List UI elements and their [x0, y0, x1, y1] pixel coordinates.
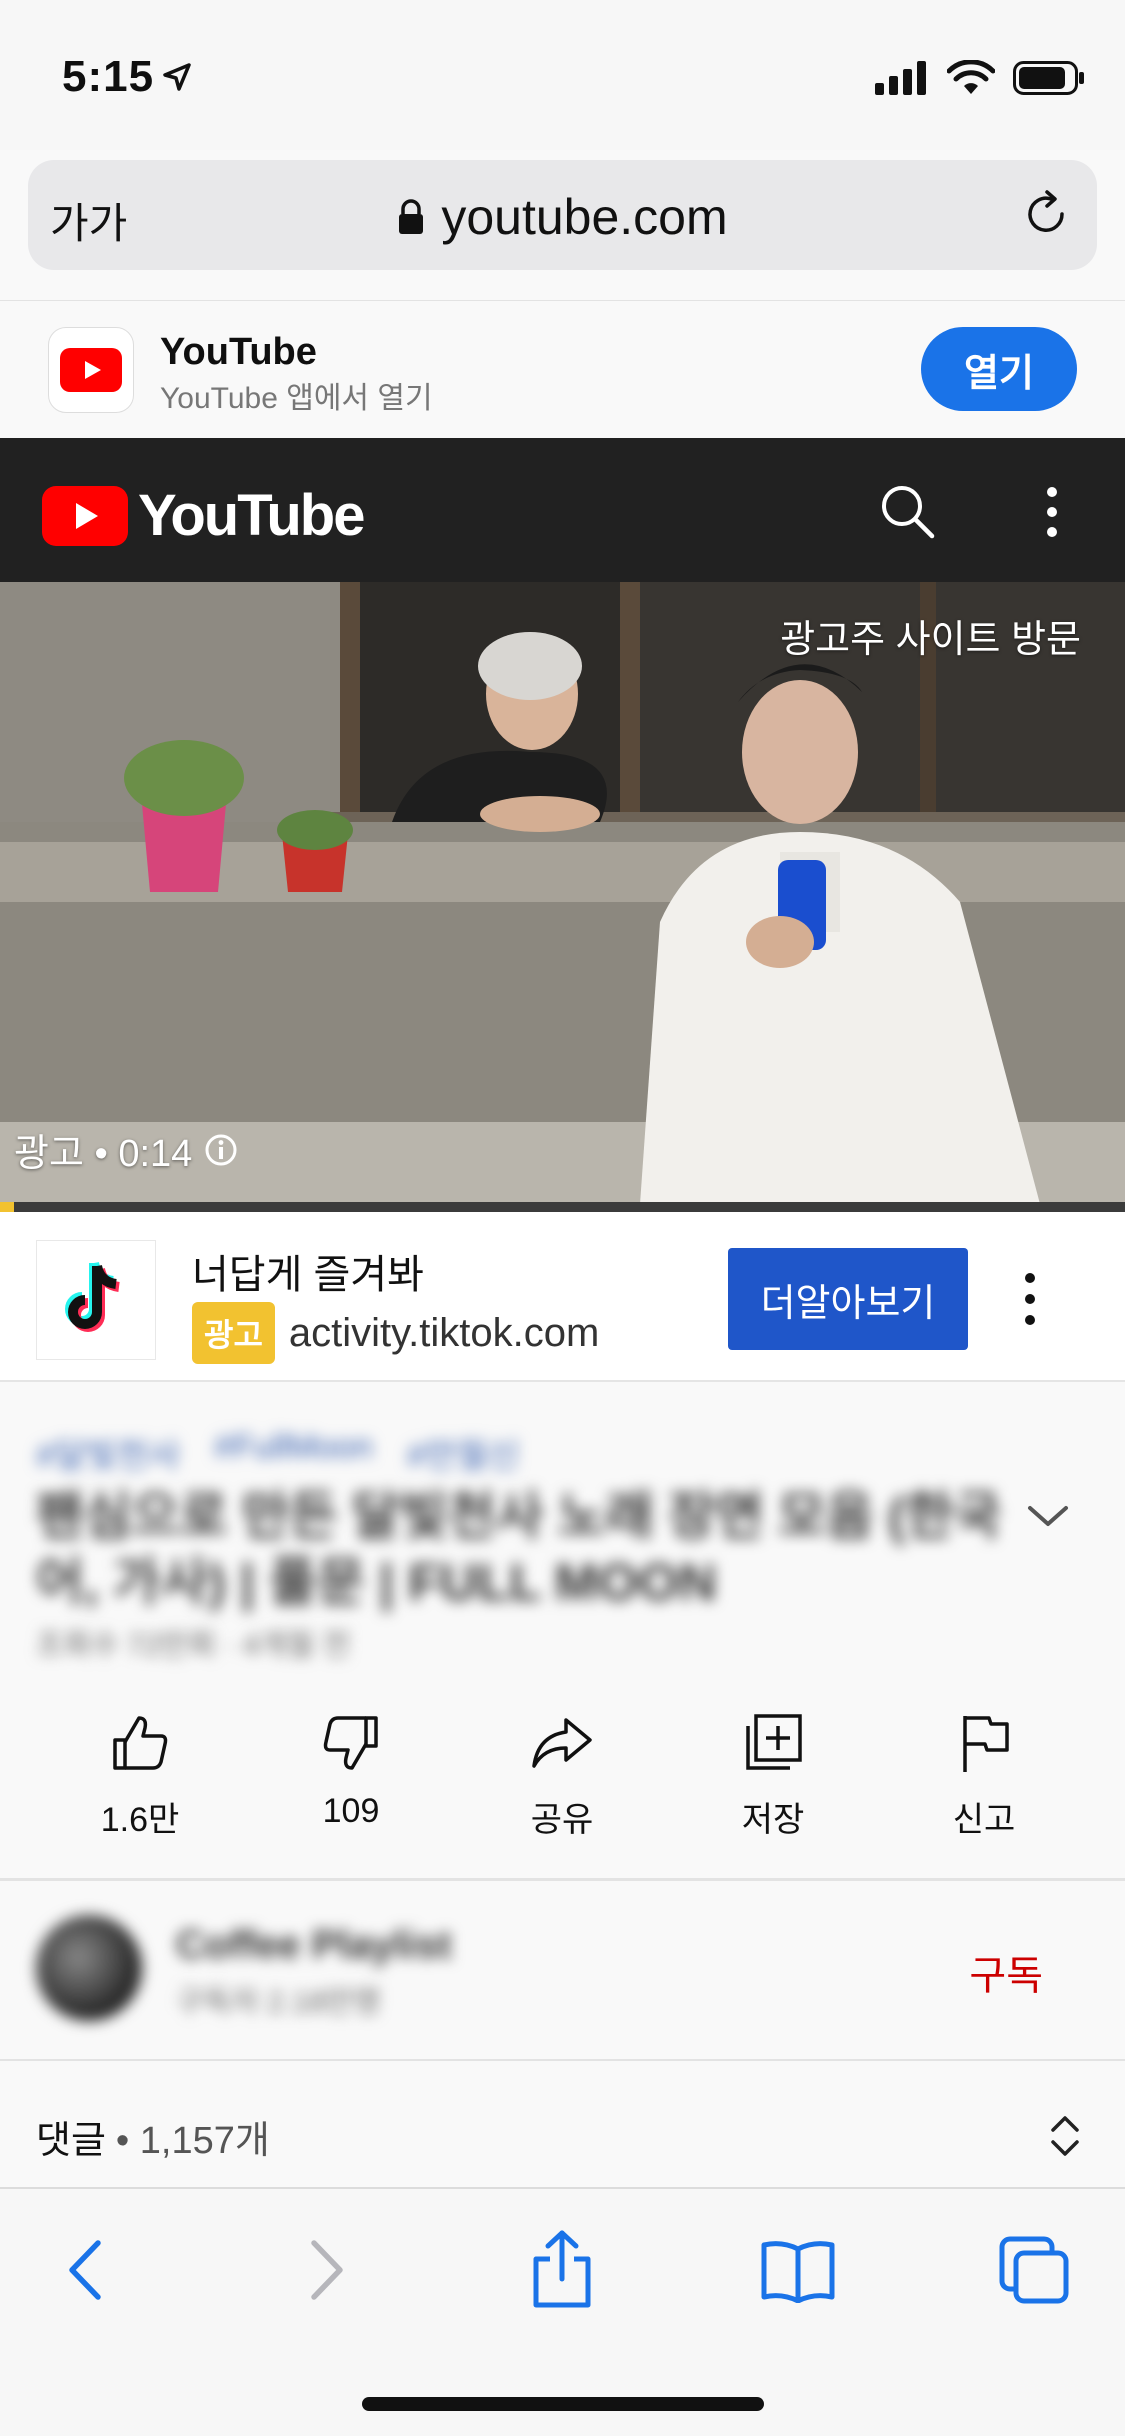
- comments-label: 댓글: [36, 2120, 106, 2162]
- ad-progress-bar: [0, 1202, 1125, 1212]
- comments-count: • 1,157개: [115, 2120, 270, 2162]
- app-name: YouTube: [160, 331, 317, 373]
- share-button[interactable]: 공유: [472, 1712, 652, 1841]
- save-button[interactable]: 저장: [683, 1712, 863, 1841]
- hashtags: #달빛천사 #FullMoon #만월신: [36, 1428, 520, 1477]
- thumbs-up-icon: [113, 1716, 168, 1770]
- ad-domain[interactable]: activity.tiktok.com: [289, 1311, 599, 1356]
- search-icon[interactable]: [878, 482, 938, 542]
- report-label: 신고: [952, 1801, 1016, 1839]
- save-icon: [746, 1714, 802, 1770]
- like-count: 1.6만: [100, 1801, 180, 1839]
- status-time: 5:15: [62, 52, 192, 102]
- app-subtitle: YouTube 앱에서 열기: [160, 382, 433, 415]
- visit-advertiser-link[interactable]: 광고주 사이트 방문: [780, 608, 1081, 663]
- url-text: youtube.com: [441, 189, 728, 245]
- ad-timer: 광고 • 0:14: [14, 1122, 238, 1177]
- comments-title: 댓글 • 1,157개: [36, 2109, 270, 2164]
- report-button[interactable]: 신고: [894, 1712, 1074, 1841]
- ad-progress-fill: [0, 1202, 14, 1212]
- more-vert-icon[interactable]: [1040, 482, 1064, 542]
- comments-header[interactable]: 댓글 • 1,157개: [0, 2061, 1125, 2187]
- clock: 5:15: [62, 52, 155, 101]
- channel-name[interactable]: Coffee Playlist: [176, 1923, 452, 1968]
- lock-icon: [399, 199, 424, 234]
- thumbs-down-icon: [323, 1716, 378, 1770]
- hashtag[interactable]: #달빛천사: [36, 1428, 180, 1477]
- video-meta: 조회수 72만회 · 4개월 전: [36, 1629, 351, 1662]
- share-icon: [532, 1718, 592, 1768]
- hashtag[interactable]: #만월신: [407, 1428, 520, 1477]
- like-button[interactable]: 1.6만: [50, 1712, 230, 1841]
- subscriber-count: 구독자 2.18만명: [176, 1986, 381, 2019]
- youtube-header: YouTube: [0, 438, 1125, 582]
- tiktok-logo: [36, 1240, 156, 1360]
- wifi-icon: [947, 60, 995, 94]
- youtube-app-icon: [48, 327, 134, 413]
- video-title[interactable]: 팬심으로 만든 달빛천사 노래 장면 모음 (한국어, 가사) | 풀문 | F…: [36, 1484, 1016, 1616]
- share-label: 공유: [530, 1801, 594, 1839]
- flag-icon: [963, 1716, 1009, 1772]
- channel-row[interactable]: Coffee Playlist 구독자 2.18만명 구독: [0, 1881, 1125, 2059]
- video-player[interactable]: 광고주 사이트 방문 광고 • 0:14: [0, 582, 1125, 1204]
- learn-more-button[interactable]: 더알아보기: [728, 1248, 968, 1350]
- dislike-count: 109: [322, 1792, 380, 1830]
- info-icon[interactable]: [204, 1133, 238, 1167]
- logo-text: YouTube: [138, 483, 365, 548]
- url-display[interactable]: youtube.com: [28, 188, 1097, 246]
- subscribe-button[interactable]: 구독: [969, 1943, 1043, 2001]
- expand-collapse-icon[interactable]: [1048, 2113, 1082, 2159]
- status-indicators: [875, 60, 1085, 96]
- save-label: 저장: [741, 1801, 805, 1839]
- home-indicator: [362, 2397, 764, 2411]
- video-info: #달빛천사 #FullMoon #만월신 팬심으로 만든 달빛천사 노래 장면 …: [0, 1384, 1125, 1674]
- channel-avatar[interactable]: [36, 1915, 142, 2021]
- cellular-signal-icon: [875, 61, 926, 95]
- youtube-logo[interactable]: YouTube: [42, 482, 365, 549]
- tiktok-icon: [65, 1261, 120, 1332]
- bookmarks-icon[interactable]: [760, 2239, 836, 2303]
- reload-icon[interactable]: [1019, 186, 1075, 242]
- forward-icon[interactable]: [306, 2237, 348, 2303]
- battery-icon: [1013, 61, 1084, 95]
- ad-title[interactable]: 너답게 즐겨봐: [192, 1242, 424, 1300]
- video-frame: [0, 582, 1125, 1204]
- smart-app-banner: YouTube YouTube 앱에서 열기 열기: [0, 300, 1125, 438]
- video-actions: 1.6만 109 공유 저장 신고: [0, 1680, 1125, 1880]
- share-sheet-icon[interactable]: [530, 2229, 594, 2309]
- status-bar: 5:15: [0, 0, 1125, 150]
- back-icon[interactable]: [64, 2237, 106, 2303]
- tabs-icon[interactable]: [998, 2235, 1070, 2305]
- open-app-button[interactable]: 열기: [921, 327, 1077, 411]
- address-bar[interactable]: 가가 youtube.com: [28, 160, 1097, 270]
- chevron-down-icon[interactable]: [1026, 1502, 1070, 1530]
- ad-source: 광고 activity.tiktok.com: [192, 1302, 599, 1364]
- dislike-button[interactable]: 109: [261, 1712, 441, 1831]
- youtube-play-icon: [42, 485, 128, 546]
- location-arrow-icon: [163, 63, 191, 91]
- ad-info-row[interactable]: 너답게 즐겨봐 광고 activity.tiktok.com 더알아보기: [0, 1212, 1125, 1382]
- hashtag[interactable]: #FullMoon: [214, 1428, 373, 1477]
- ad-time-text: 광고 • 0:14: [14, 1133, 193, 1175]
- ad-more-icon[interactable]: [1020, 1270, 1040, 1328]
- ad-badge: 광고: [192, 1302, 275, 1364]
